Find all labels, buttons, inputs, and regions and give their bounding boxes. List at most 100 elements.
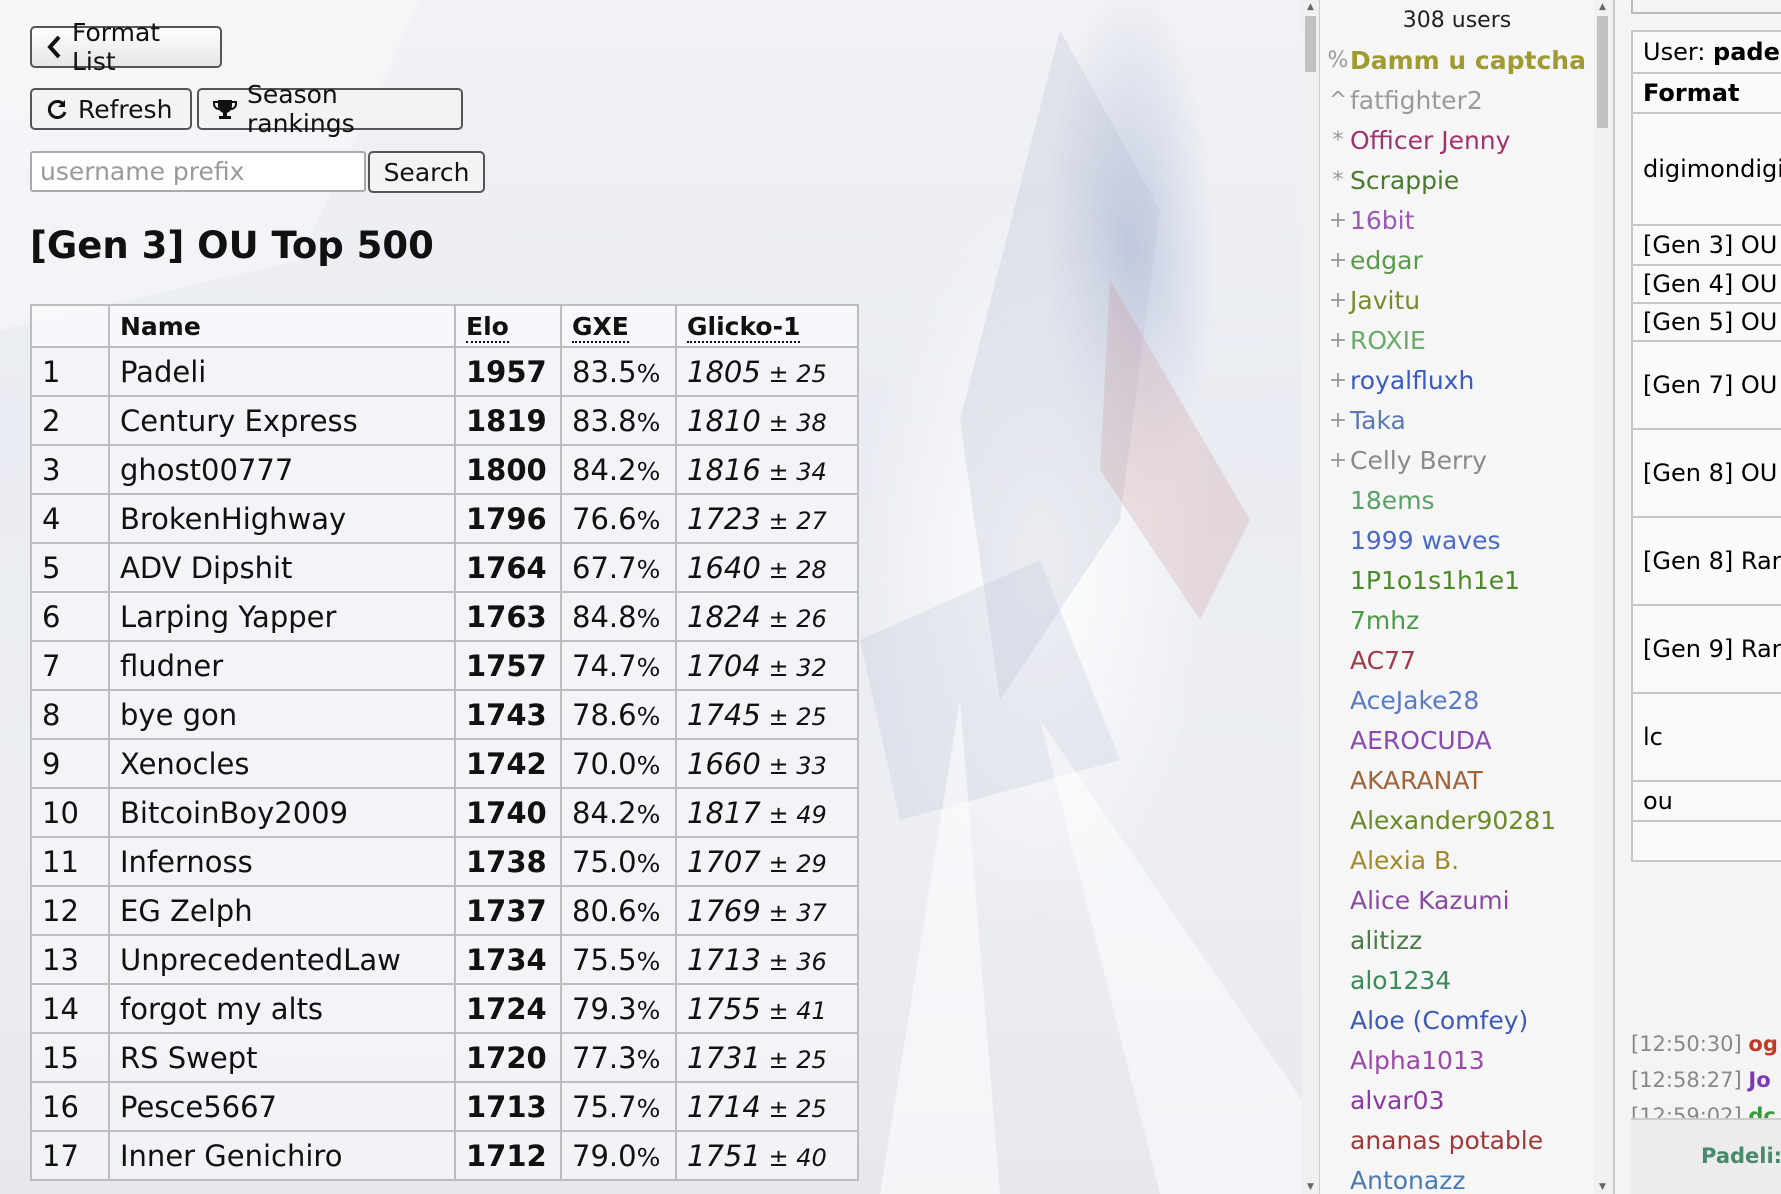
- room-format-row[interactable]: [Gen 5] OU: [1631, 302, 1781, 342]
- userlist-scrollbar[interactable]: ▲ ▼: [1594, 0, 1611, 1194]
- userlist-item[interactable]: + edgar: [1320, 240, 1594, 280]
- room-format-row[interactable]: [Gen 7] OU: [1631, 340, 1781, 430]
- room-format-row[interactable]: [Gen 9] Ran: [1631, 604, 1781, 694]
- chat-input-bar[interactable]: Padeli:: [1631, 1118, 1781, 1194]
- player-name-link[interactable]: Inner Genichiro: [120, 1139, 342, 1173]
- userlist-item[interactable]: AEROCUDA: [1320, 720, 1594, 760]
- scroll-down-arrow[interactable]: ▼: [1597, 1182, 1608, 1192]
- glicko-column-header[interactable]: Glicko-1: [675, 304, 859, 348]
- player-name-link[interactable]: Century Express: [120, 404, 358, 438]
- user-name[interactable]: 1999 waves: [1350, 526, 1501, 555]
- user-name[interactable]: Officer Jenny: [1350, 126, 1510, 155]
- userlist-item[interactable]: Antonazz: [1320, 1160, 1594, 1194]
- elo-column-header[interactable]: Elo: [454, 304, 562, 348]
- player-name-cell[interactable]: Xenocles: [108, 738, 456, 789]
- user-name[interactable]: alvar03: [1350, 1086, 1444, 1115]
- user-name[interactable]: Taka: [1350, 406, 1406, 435]
- season-rankings-button[interactable]: Season rankings: [197, 80, 463, 138]
- userlist-item[interactable]: * Scrappie: [1320, 160, 1594, 200]
- user-name[interactable]: fatfighter2: [1350, 86, 1483, 115]
- room-format-cell[interactable]: [Gen 8] OU: [1631, 428, 1781, 518]
- room-format-row[interactable]: [Gen 4] OU: [1631, 264, 1781, 304]
- scroll-down-arrow[interactable]: ▼: [1305, 1182, 1316, 1192]
- room-format-row[interactable]: lc: [1631, 692, 1781, 782]
- player-name-cell[interactable]: fludner: [108, 640, 456, 691]
- user-name[interactable]: Antonazz: [1350, 1166, 1465, 1194]
- user-name[interactable]: Damm u captcha: [1350, 46, 1586, 75]
- room-format-row[interactable]: ou: [1631, 780, 1781, 822]
- userlist-item[interactable]: alitizz: [1320, 920, 1594, 960]
- user-name[interactable]: 1P1o1s1h1e1: [1350, 566, 1520, 595]
- player-name-link[interactable]: Infernoss: [120, 845, 253, 879]
- player-name-link[interactable]: forgot my alts: [120, 992, 323, 1026]
- scroll-up-arrow[interactable]: ▲: [1597, 2, 1608, 12]
- ladder-scroll-thumb[interactable]: [1305, 16, 1316, 72]
- user-name[interactable]: alitizz: [1350, 926, 1422, 955]
- userlist-item[interactable]: alvar03: [1320, 1080, 1594, 1120]
- player-name-cell[interactable]: Larping Yapper: [108, 591, 456, 642]
- player-name-link[interactable]: BrokenHighway: [120, 502, 346, 536]
- player-name-link[interactable]: BitcoinBoy2009: [120, 796, 348, 830]
- user-name[interactable]: Alpha1013: [1350, 1046, 1485, 1075]
- user-name[interactable]: Alexia B.: [1350, 846, 1459, 875]
- player-name-cell[interactable]: ghost00777: [108, 444, 456, 495]
- format-list-button[interactable]: Format List: [30, 18, 222, 76]
- player-name-cell[interactable]: Century Express: [108, 395, 456, 446]
- room-format-row[interactable]: digimondigi: [1631, 112, 1781, 226]
- userlist-item[interactable]: + Celly Berry: [1320, 440, 1594, 480]
- player-name-link[interactable]: ghost00777: [120, 453, 293, 487]
- player-name-link[interactable]: fludner: [120, 649, 223, 683]
- userlist-item[interactable]: AceJake28: [1320, 680, 1594, 720]
- userlist-item[interactable]: AKARANAT: [1320, 760, 1594, 800]
- user-name[interactable]: Javitu: [1350, 286, 1420, 315]
- user-name[interactable]: AEROCUDA: [1350, 726, 1492, 755]
- room-format-cell[interactable]: [Gen 5] OU: [1631, 302, 1781, 342]
- room-format-cell[interactable]: [Gen 3] OU: [1631, 224, 1781, 266]
- room-format-cell[interactable]: lc: [1631, 692, 1781, 782]
- user-name[interactable]: royalfluxh: [1350, 366, 1474, 395]
- user-name[interactable]: edgar: [1350, 246, 1423, 275]
- player-name-link[interactable]: Xenocles: [120, 747, 249, 781]
- player-name-cell[interactable]: Infernoss: [108, 836, 456, 887]
- chat-username[interactable]: og: [1748, 1032, 1777, 1056]
- player-name-link[interactable]: EG Zelph: [120, 894, 253, 928]
- gxe-column-header[interactable]: GXE: [560, 304, 677, 348]
- user-name[interactable]: Alexander90281: [1350, 806, 1556, 835]
- refresh-button[interactable]: Refresh: [30, 88, 192, 130]
- userlist-item[interactable]: + Taka: [1320, 400, 1594, 440]
- username-search-input[interactable]: [30, 151, 366, 192]
- player-name-cell[interactable]: Padeli: [108, 346, 456, 397]
- room-format-row[interactable]: [Gen 8] OU: [1631, 428, 1781, 518]
- ladder-scrollbar[interactable]: ▲ ▼: [1302, 0, 1319, 1194]
- user-name[interactable]: AC77: [1350, 646, 1416, 675]
- userlist-item[interactable]: alo1234: [1320, 960, 1594, 1000]
- userlist-item[interactable]: +16bit: [1320, 200, 1594, 240]
- room-format-cell[interactable]: [Gen 4] OU: [1631, 264, 1781, 304]
- userlist-item[interactable]: Alpha1013: [1320, 1040, 1594, 1080]
- player-name-cell[interactable]: UnprecedentedLaw: [108, 934, 456, 985]
- search-button[interactable]: Search: [368, 151, 485, 193]
- chat-username[interactable]: Jo: [1748, 1068, 1770, 1092]
- player-name-cell[interactable]: ADV Dipshit: [108, 542, 456, 593]
- userlist-item[interactable]: % Damm u captcha: [1320, 40, 1594, 80]
- player-name-cell[interactable]: EG Zelph: [108, 885, 456, 936]
- userlist-item[interactable]: + Javitu: [1320, 280, 1594, 320]
- room-format-cell[interactable]: digimondigi: [1631, 112, 1781, 226]
- player-name-link[interactable]: Padeli: [120, 355, 206, 389]
- userlist-item[interactable]: AC77: [1320, 640, 1594, 680]
- room-format-row[interactable]: [Gen 8] Ran: [1631, 516, 1781, 606]
- player-name-link[interactable]: RS Swept: [120, 1041, 258, 1075]
- userlist-item[interactable]: + royalfluxh: [1320, 360, 1594, 400]
- userlist-item[interactable]: 18ems: [1320, 480, 1594, 520]
- userlist-item[interactable]: * Officer Jenny: [1320, 120, 1594, 160]
- room-format-cell[interactable]: [Gen 8] Ran: [1631, 516, 1781, 606]
- room-format-cell[interactable]: [1631, 820, 1781, 862]
- user-name[interactable]: AKARANAT: [1350, 766, 1483, 795]
- player-name-link[interactable]: Pesce5667: [120, 1090, 277, 1124]
- room-format-row[interactable]: [1631, 820, 1781, 862]
- player-name-link[interactable]: bye gon: [120, 698, 237, 732]
- player-name-cell[interactable]: BrokenHighway: [108, 493, 456, 544]
- room-format-row[interactable]: [Gen 3] OU: [1631, 224, 1781, 266]
- player-name-cell[interactable]: Pesce5667: [108, 1081, 456, 1132]
- userlist-item[interactable]: Aloe (Comfey): [1320, 1000, 1594, 1040]
